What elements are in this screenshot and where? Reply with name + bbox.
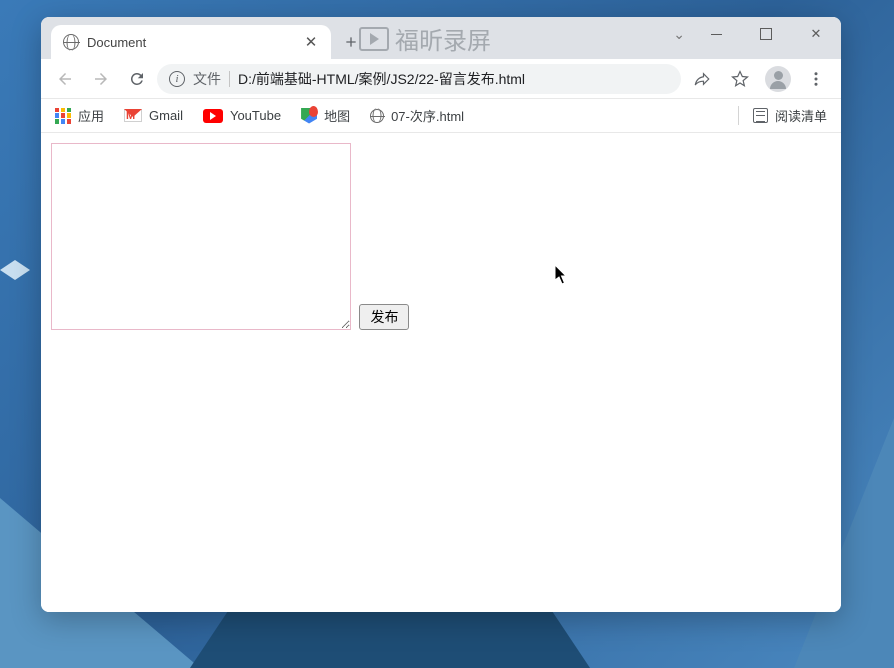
- window-minimize-button[interactable]: [691, 17, 741, 51]
- bookmark-gmail[interactable]: M Gmail: [124, 108, 183, 123]
- nav-reload-button[interactable]: [121, 63, 153, 95]
- share-button[interactable]: [685, 62, 719, 96]
- globe-icon: [63, 34, 79, 50]
- publish-button[interactable]: 发布: [359, 304, 409, 330]
- window-maximize-button[interactable]: [741, 17, 791, 51]
- bookmark-youtube[interactable]: YouTube: [203, 108, 281, 123]
- url-text: D:/前端基础-HTML/案例/JS2/22-留言发布.html: [238, 69, 669, 89]
- plus-icon: [343, 34, 359, 50]
- bookmark-maps[interactable]: 地图: [301, 106, 350, 125]
- address-bar[interactable]: i 文件 D:/前端基础-HTML/案例/JS2/22-留言发布.html: [157, 64, 681, 94]
- bookmark-label: 地图: [324, 106, 350, 125]
- reading-list-button[interactable]: 阅读清单: [738, 106, 827, 125]
- recorder-label: 福昕录屏: [395, 21, 491, 56]
- maps-icon: [301, 108, 317, 124]
- tab-strip: Document ✕ 福昕录屏 ⌄: [41, 17, 841, 59]
- profile-avatar-button[interactable]: [761, 62, 795, 96]
- url-scheme-label: 文件: [193, 69, 221, 89]
- bookmark-star-button[interactable]: [723, 62, 757, 96]
- nav-forward-button[interactable]: [85, 63, 117, 95]
- new-tab-button[interactable]: [337, 28, 365, 56]
- chevron-down-icon[interactable]: ⌄: [673, 17, 685, 51]
- bookmarks-bar: 应用 M Gmail YouTube 地图 07-次序.html 阅读清单: [41, 99, 841, 133]
- close-tab-button[interactable]: ✕: [303, 34, 319, 50]
- kebab-icon: [807, 70, 825, 88]
- browser-tab[interactable]: Document ✕: [51, 25, 331, 59]
- youtube-icon: [203, 109, 223, 123]
- bookmark-apps[interactable]: 应用: [55, 106, 104, 125]
- star-icon: [731, 70, 749, 88]
- gmail-icon: M: [124, 109, 142, 122]
- browser-toolbar: i 文件 D:/前端基础-HTML/案例/JS2/22-留言发布.html: [41, 59, 841, 99]
- bookmark-label: 07-次序.html: [391, 106, 464, 125]
- window-close-button[interactable]: [791, 17, 841, 51]
- reading-list-label: 阅读清单: [775, 106, 827, 125]
- bookmark-label: Gmail: [149, 108, 183, 123]
- desktop-bg-shape: [0, 260, 30, 280]
- page-content: 发布: [41, 133, 841, 612]
- nav-back-button[interactable]: [49, 63, 81, 95]
- apps-grid-icon: [55, 108, 71, 124]
- desktop-bg-shape: [190, 608, 590, 668]
- divider: [229, 71, 230, 87]
- bookmark-label: 应用: [78, 106, 104, 125]
- recorder-watermark: 福昕录屏: [359, 21, 491, 56]
- globe-icon: [370, 109, 384, 123]
- tab-title: Document: [87, 35, 295, 50]
- bookmark-label: YouTube: [230, 108, 281, 123]
- share-icon: [693, 70, 711, 88]
- browser-menu-button[interactable]: [799, 62, 833, 96]
- bookmark-sequence[interactable]: 07-次序.html: [370, 106, 464, 125]
- window-controls: ⌄: [673, 17, 841, 51]
- arrow-right-icon: [92, 70, 110, 88]
- arrow-left-icon: [56, 70, 74, 88]
- browser-window: Document ✕ 福昕录屏 ⌄ i 文件 D: [41, 17, 841, 612]
- reading-list-icon: [753, 108, 768, 123]
- info-icon[interactable]: i: [169, 71, 185, 87]
- avatar-icon: [765, 66, 791, 92]
- reload-icon: [128, 70, 146, 88]
- message-textarea[interactable]: [51, 143, 351, 330]
